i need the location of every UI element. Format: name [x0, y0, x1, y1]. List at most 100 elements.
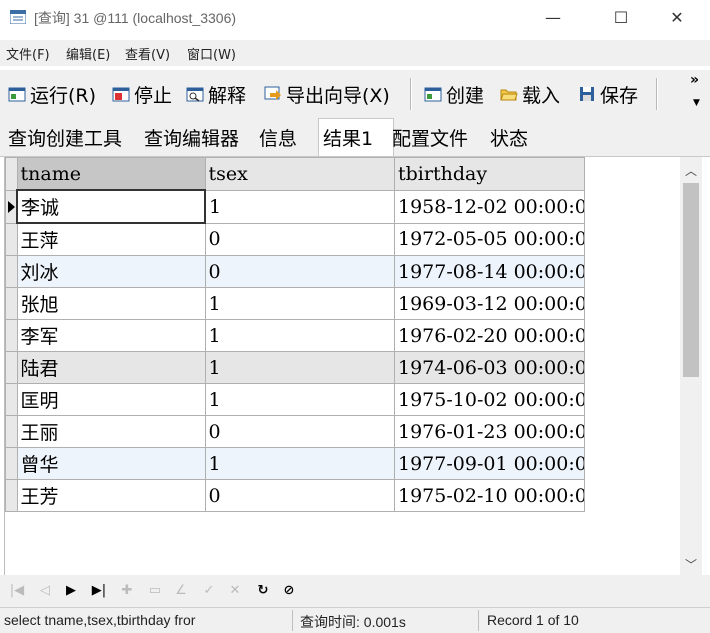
tab-query-editor[interactable]: 查询编辑器 [140, 122, 243, 152]
cell-tname[interactable]: 王丽 [16, 415, 206, 448]
run-label: 运行(R) [30, 84, 97, 107]
toolbar-dropdown-icon[interactable]: ▼ [693, 98, 700, 108]
column-header-tname[interactable]: tname [16, 157, 206, 191]
menu-view[interactable]: 查看(V) [125, 44, 170, 63]
menu-edit[interactable]: 编辑(E) [66, 44, 110, 63]
tab-profile[interactable]: 配置文件 [388, 122, 472, 152]
scroll-down-arrow-icon[interactable]: ﹀ [680, 553, 702, 575]
row-pointer-icon [8, 200, 15, 213]
save-button[interactable]: 保存 [578, 81, 638, 107]
cell-tbirthday[interactable]: 1975-02-10 00:00:00 [394, 479, 585, 512]
cell-tsex[interactable]: 0 [204, 255, 395, 288]
cell-tsex[interactable]: 1 [204, 319, 395, 352]
open-folder-icon [500, 89, 518, 101]
column-header-tsex[interactable]: tsex [204, 157, 395, 191]
row-indicator [5, 415, 18, 448]
table-row[interactable]: 李军 1 1976-02-20 00:00:00 [5, 319, 585, 352]
row-indicator [5, 222, 18, 256]
toolbar-separator [656, 78, 658, 110]
next-record-icon[interactable]: ▶ [62, 581, 80, 599]
table-row[interactable]: 陆君 1 1974-06-03 00:00:00 [5, 351, 585, 384]
stop-button[interactable]: 停止 [112, 81, 172, 107]
table-row[interactable]: 王芳 0 1975-02-10 00:00:00 [5, 479, 585, 512]
cell-tname[interactable]: 匡明 [16, 383, 206, 416]
title-bar: [查询] 31 @111 (localhost_3306) — ☐ ✕ [0, 0, 710, 36]
row-indicator [5, 287, 18, 320]
menu-bar: 文件(F) 编辑(E) 查看(V) 窗口(W) [0, 40, 710, 66]
cell-tsex[interactable]: 1 [204, 383, 395, 416]
cell-tname[interactable]: 李诚 [16, 189, 206, 224]
cell-tname[interactable]: 李军 [16, 319, 206, 352]
run-button[interactable]: 运行(R) [8, 81, 96, 107]
table-row[interactable]: 王丽 0 1976-01-23 00:00:00 [5, 415, 585, 448]
cell-tname[interactable]: 王芳 [16, 479, 206, 512]
first-record-icon[interactable]: |◀ [8, 581, 26, 599]
edit-record-icon[interactable]: ∠ [172, 581, 190, 599]
add-record-icon[interactable]: ✚ [118, 581, 136, 599]
cell-tsex[interactable]: 1 [204, 189, 395, 224]
cell-tbirthday[interactable]: 1976-02-20 00:00:00 [394, 319, 585, 352]
cell-tbirthday[interactable]: 1969-03-12 00:00:00 [394, 287, 585, 320]
last-record-icon[interactable]: ▶| [90, 581, 108, 599]
table-row[interactable]: 李诚 1 1958-12-02 00:00:00 [5, 189, 585, 224]
previous-record-icon[interactable]: ◁ [36, 581, 54, 599]
current-row-indicator [5, 189, 18, 224]
scroll-up-arrow-icon[interactable]: ︿ [680, 159, 702, 181]
close-button[interactable]: ✕ [654, 0, 700, 34]
stop-refresh-icon[interactable]: ⊘ [280, 581, 298, 599]
tab-status[interactable]: 状态 [486, 122, 532, 152]
table-row[interactable]: 王萍 0 1972-05-05 00:00:00 [5, 222, 585, 256]
status-record-count: Record 1 of 10 [487, 612, 579, 628]
apply-record-icon[interactable]: ✓ [200, 581, 218, 599]
cell-tname[interactable]: 曾华 [16, 447, 206, 480]
table-row[interactable]: 张旭 1 1969-03-12 00:00:00 [5, 287, 585, 320]
menu-window[interactable]: 窗口(W) [187, 44, 236, 63]
discard-record-icon[interactable]: ✕ [226, 581, 244, 599]
table-row[interactable]: 匡明 1 1975-10-02 00:00:00 [5, 383, 585, 416]
load-button[interactable]: 载入 [500, 81, 560, 107]
refresh-icon[interactable]: ↻ [254, 581, 272, 599]
cell-tbirthday[interactable]: 1977-09-01 00:00:00 [394, 447, 585, 480]
toolbar-overflow-button[interactable]: » [690, 72, 699, 88]
status-divider [478, 610, 479, 631]
cell-tbirthday[interactable]: 1977-08-14 00:00:00 [394, 255, 585, 288]
create-label: 创建 [446, 84, 485, 107]
tab-result-1[interactable]: 结果1 [318, 118, 394, 156]
cell-tsex[interactable]: 1 [204, 287, 395, 320]
cell-tname[interactable]: 王萍 [16, 222, 206, 256]
menu-file[interactable]: 文件(F) [6, 44, 50, 63]
column-header-tbirthday[interactable]: tbirthday [394, 157, 585, 191]
cell-tsex[interactable]: 1 [204, 351, 395, 384]
row-indicator [5, 447, 18, 480]
cell-tsex[interactable]: 1 [204, 447, 395, 480]
minimize-button[interactable]: — [530, 0, 576, 34]
tab-query-builder[interactable]: 查询创建工具 [4, 122, 126, 152]
cell-tsex[interactable]: 0 [204, 222, 395, 256]
cell-tbirthday[interactable]: 1974-06-03 00:00:00 [394, 351, 585, 384]
cell-tbirthday[interactable]: 1976-01-23 00:00:00 [394, 415, 585, 448]
cell-tbirthday[interactable]: 1958-12-02 00:00:00 [394, 189, 585, 224]
tab-info[interactable]: 信息 [255, 122, 301, 152]
table-row[interactable]: 曾华 1 1977-09-01 00:00:00 [5, 447, 585, 480]
header-row: tname tsex tbirthday [5, 157, 585, 191]
run-icon [8, 87, 26, 102]
table-row[interactable]: 刘冰 0 1977-08-14 00:00:00 [5, 255, 585, 288]
delete-record-icon[interactable]: ▭ [146, 581, 164, 599]
save-label: 保存 [600, 84, 639, 107]
scrollbar-thumb[interactable] [683, 183, 699, 377]
cell-tname[interactable]: 陆君 [16, 351, 206, 384]
result-grid: tname tsex tbirthday 李诚 1 1958-12-02 00:… [4, 157, 681, 575]
cell-tsex[interactable]: 0 [204, 415, 395, 448]
status-bar: select tname,tsex,tbirthday fror 查询时间: 0… [0, 607, 710, 633]
cell-tbirthday[interactable]: 1975-10-02 00:00:00 [394, 383, 585, 416]
cell-tname[interactable]: 刘冰 [16, 255, 206, 288]
export-wizard-button[interactable]: 导出向导(X) [264, 81, 390, 107]
cell-tbirthday[interactable]: 1972-05-05 00:00:00 [394, 222, 585, 256]
create-icon [424, 87, 442, 102]
vertical-scrollbar[interactable]: ︿ ﹀ [680, 157, 702, 575]
maximize-button[interactable]: ☐ [598, 0, 644, 34]
create-button[interactable]: 创建 [424, 81, 484, 107]
cell-tsex[interactable]: 0 [204, 479, 395, 512]
cell-tname[interactable]: 张旭 [16, 287, 206, 320]
explain-button[interactable]: 解释 [186, 81, 246, 107]
